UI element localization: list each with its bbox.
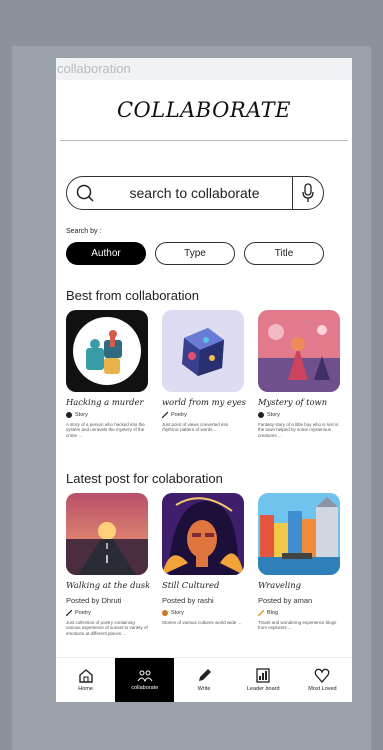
best-card[interactable]: Mystery of town Story Fantasy story of a… (258, 310, 340, 438)
search-input[interactable]: search to collaborate (103, 185, 292, 201)
best-cards: Hacking a murder Story A story of a pers… (66, 310, 340, 438)
nav-label: Home (78, 686, 93, 692)
card-description: Fantasy story of a little boy who is los… (258, 422, 339, 438)
nav-label: Most Loved (308, 686, 337, 692)
card-type-label: Story (267, 412, 280, 418)
title-divider (60, 140, 348, 141)
card-title: world from my eyes (162, 397, 246, 407)
card-title: Wraveling (258, 580, 302, 590)
search-bar[interactable]: search to collaborate (66, 176, 324, 210)
filter-chips: Author Type Title (66, 242, 324, 265)
card-thumbnail[interactable] (66, 493, 148, 575)
page-title: COLLABORATE (116, 98, 292, 122)
card-title: Mystery of town (258, 397, 328, 407)
heart-icon (315, 668, 330, 683)
browser-tab-title: collaboration (56, 58, 352, 80)
card-thumbnail[interactable] (66, 310, 148, 392)
card-title: Hacking a murder (66, 397, 144, 407)
card-thumbnail[interactable] (258, 310, 340, 392)
card-type: Story (258, 412, 340, 418)
card-title: Walking at the dusk (66, 580, 151, 590)
card-type: Poetry (161, 411, 244, 419)
card-thumbnail[interactable] (162, 310, 244, 392)
latest-card[interactable]: Still Cultured Posted by rashi Story Sto… (162, 493, 244, 636)
home-icon (78, 669, 93, 683)
latest-card[interactable]: Walking at the dusk Posted by Dhruti Poe… (65, 493, 151, 636)
bottom-navigation: Home collaborate Write Leader board Most… (56, 657, 352, 702)
filter-author-chip[interactable]: Author (66, 242, 146, 265)
nav-label: Write (197, 686, 211, 692)
card-description: Just collection of poetry containing var… (66, 620, 148, 636)
latest-card[interactable]: Wraveling Posted by aman Blog Travel and… (257, 493, 340, 636)
card-type-label: Story (75, 412, 88, 418)
latest-cards: Walking at the dusk Posted by Dhruti Poe… (65, 493, 340, 636)
poetry-icon (65, 609, 73, 617)
best-card[interactable]: world from my eyes Poetry Just point of … (161, 310, 246, 438)
card-description: Just point of views converted into rhyth… (162, 422, 229, 433)
card-thumbnail[interactable] (162, 493, 244, 575)
story-icon (66, 412, 72, 418)
story-icon (258, 412, 264, 418)
blog-icon (257, 609, 265, 617)
nav-label: collaborate (131, 684, 159, 691)
nav-write[interactable]: Write (174, 658, 233, 702)
card-type: Poetry (65, 609, 148, 617)
app-screen: collaboration COLLABORATE search to coll… (56, 58, 352, 702)
card-description: Travel and wondering experience blogs fr… (258, 620, 337, 631)
nav-label: Leader board (246, 686, 280, 692)
poetry-icon (161, 411, 169, 419)
people-icon (137, 670, 153, 682)
card-author: Posted by rashi (162, 596, 214, 605)
card-description: Stories of various cultures world wide .… (162, 620, 242, 625)
search-by-label: Search by : (66, 228, 102, 235)
filter-type-chip[interactable]: Type (155, 242, 235, 265)
card-type-label: Poetry (75, 610, 91, 616)
best-card[interactable]: Hacking a murder Story A story of a pers… (66, 310, 148, 438)
latest-section-title: Latest post for colaboration (66, 471, 223, 486)
card-author: Posted by Dhruti (66, 596, 122, 605)
search-icon[interactable] (67, 183, 103, 203)
card-title: Still Cultured (162, 580, 220, 590)
card-type: Story (162, 610, 244, 616)
card-type-label: Blog (267, 610, 279, 616)
nav-most-loved[interactable]: Most Loved (293, 658, 352, 702)
pen-icon (199, 669, 211, 681)
filter-title-chip[interactable]: Title (244, 242, 324, 265)
card-type: Blog (257, 609, 340, 617)
card-thumbnail[interactable] (258, 493, 340, 575)
card-type: Story (66, 412, 148, 418)
nav-collaborate[interactable]: collaborate (115, 658, 175, 702)
card-type-label: Poetry (171, 412, 187, 418)
best-section-title: Best from collaboration (66, 288, 199, 303)
leaderboard-icon (256, 668, 270, 683)
card-author: Posted by aman (258, 596, 313, 605)
card-type-label: Story (171, 610, 184, 616)
nav-home[interactable]: Home (56, 658, 115, 702)
nav-leaderboard[interactable]: Leader board (234, 658, 293, 702)
card-description: A story of a person who hacked into the … (66, 422, 145, 438)
microphone-icon[interactable] (292, 177, 323, 209)
story-icon (162, 610, 168, 616)
